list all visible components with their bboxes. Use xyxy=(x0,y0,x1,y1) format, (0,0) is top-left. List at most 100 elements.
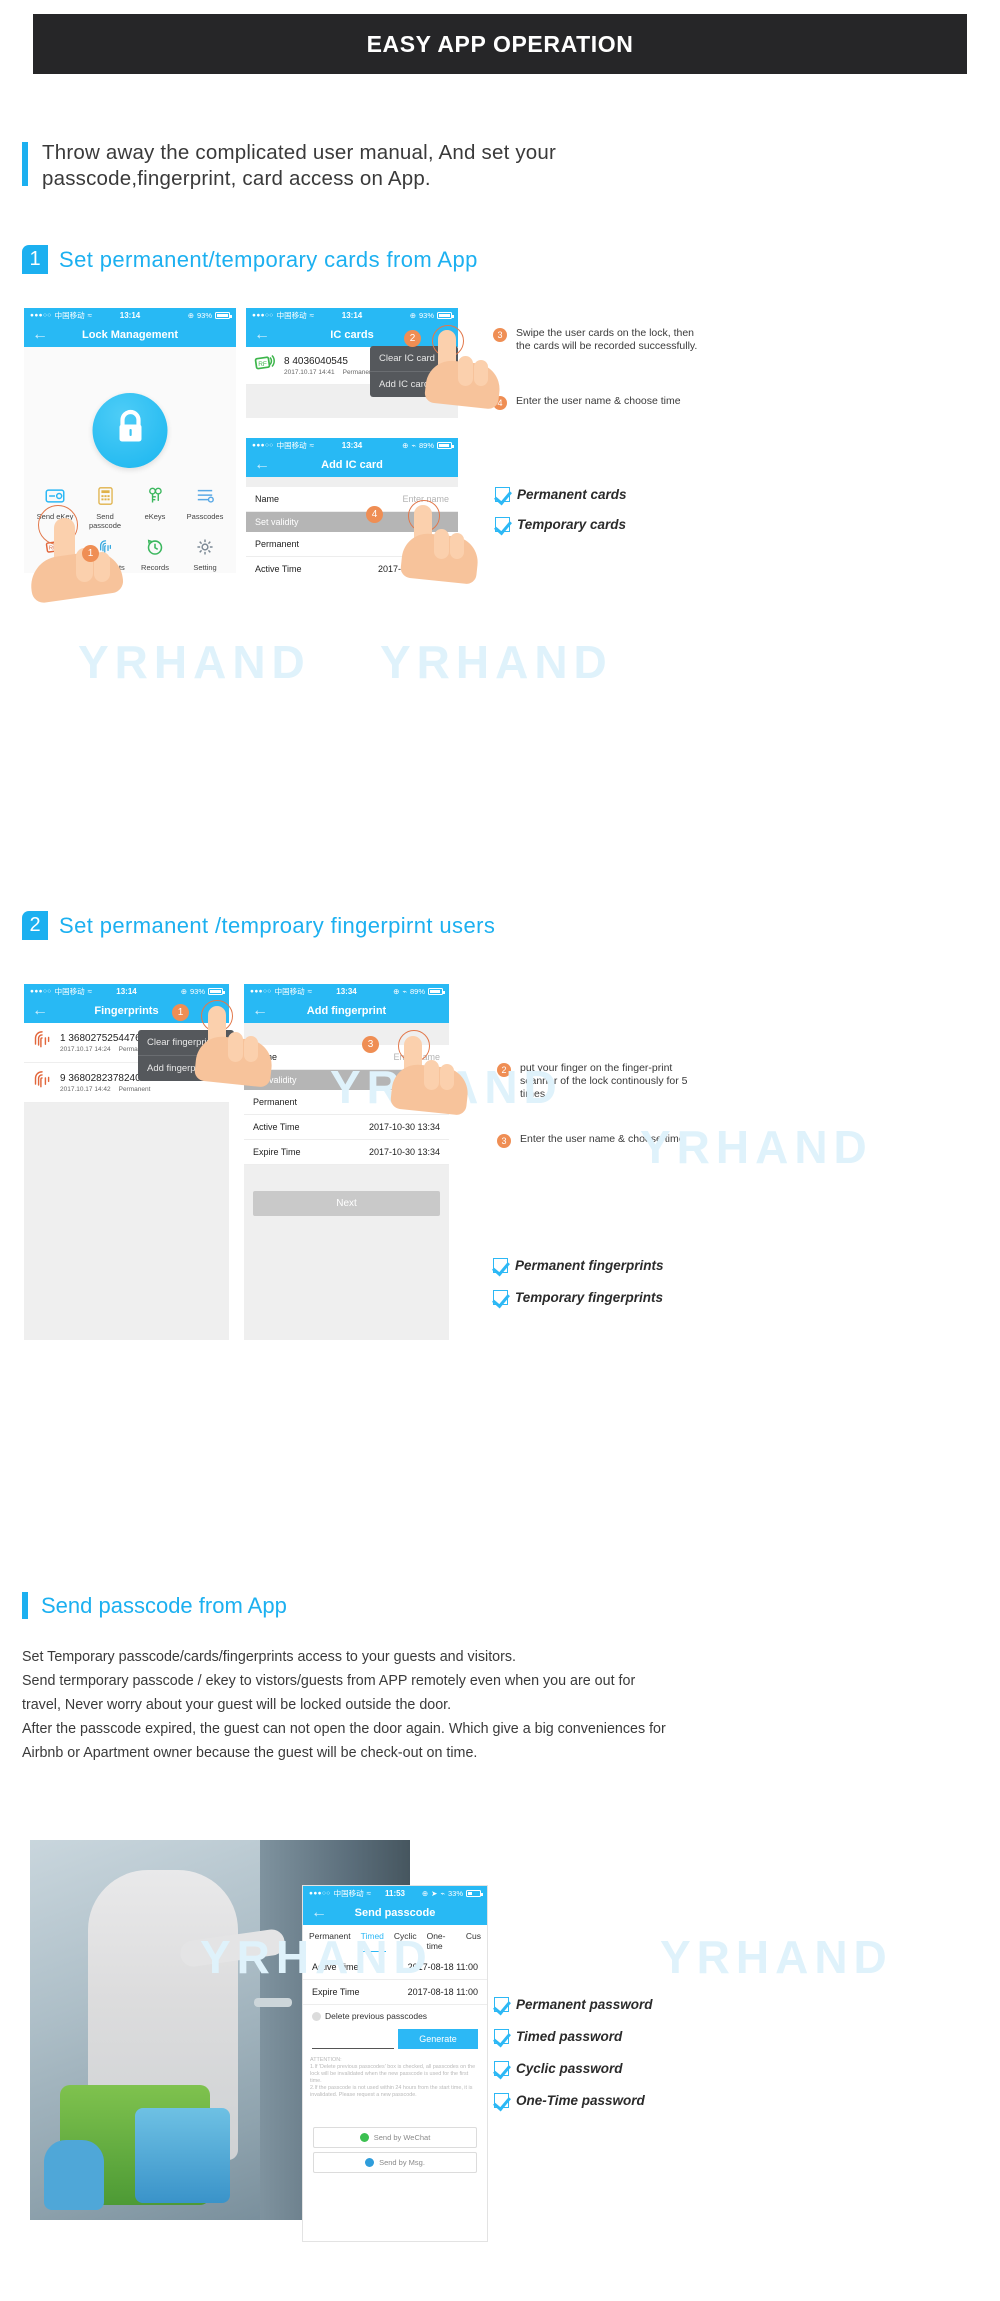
fingerprints-popup-menu: Clear fingerprint Add fingerprint xyxy=(138,1030,234,1081)
step-marker-4: 4 xyxy=(366,506,383,523)
send-by-msg-button[interactable]: Send by Msg. xyxy=(313,2152,477,2173)
validity-row-permanent[interactable]: Permanent xyxy=(246,532,458,557)
door-handle-graphic xyxy=(254,1998,292,2007)
watermark: YRHAND xyxy=(78,636,311,688)
checkbox-timed-password[interactable]: Timed password xyxy=(494,2029,622,2044)
step-marker-3: 3 xyxy=(362,1036,379,1053)
spacer xyxy=(246,477,458,487)
back-arrow-icon[interactable]: ← xyxy=(254,456,270,474)
lock-button[interactable] xyxy=(92,393,168,468)
row-label: Permanent xyxy=(255,539,300,549)
row-value: 2017-10-30 13:34 xyxy=(368,1147,440,1157)
checkbox-permanent-fingerprints[interactable]: Permanent fingerprints xyxy=(493,1258,664,1273)
checkmark-icon xyxy=(494,2029,509,2044)
checkmark-icon xyxy=(493,1290,508,1305)
menu-item-add-fingerprint[interactable]: Add fingerprint xyxy=(138,1056,234,1081)
grid-item-ekeys[interactable]: eKeys xyxy=(130,487,180,530)
row-label: Expire Time xyxy=(253,1147,301,1157)
checkmark-icon xyxy=(495,517,510,532)
next-button[interactable]: Next xyxy=(253,1191,440,1216)
validity-row-expire-time[interactable]: Expire Time 2017-10-30 13:34 xyxy=(244,1140,449,1165)
gear-icon xyxy=(180,538,230,561)
alarm-icon: ⊕ xyxy=(393,987,400,996)
section-1-heading: 1 Set permanent/temporary cards from App xyxy=(22,245,478,274)
grid-label: Setting xyxy=(193,563,217,572)
grid-item-setting[interactable]: Setting xyxy=(180,538,230,572)
battery-percent: 89% xyxy=(418,441,434,450)
step-marker-2: 2 xyxy=(404,330,421,347)
grid-item-send-passcode[interactable]: Send passcode xyxy=(80,487,130,530)
fingerprint-meta: 2017.10.17 14:24 Permanent xyxy=(60,1045,151,1053)
list-icon xyxy=(180,487,230,510)
navbar: ← Fingerprints xyxy=(24,999,229,1023)
name-label: Name xyxy=(253,1052,278,1062)
alarm-icon: ⊕ xyxy=(409,311,416,320)
message-icon xyxy=(365,2158,375,2167)
validity-row-active-time[interactable]: Active Time 2017-10-30 13:34 xyxy=(246,557,458,573)
navbar: ← Add IC card xyxy=(246,453,458,477)
page-root: EASY APP OPERATION Throw away the compli… xyxy=(0,0,1000,2301)
passcode-input[interactable] xyxy=(312,2033,394,2049)
attention-title: ATTENTION: xyxy=(310,2057,342,2063)
send-msg-label: Send by Msg. xyxy=(379,2158,425,2167)
annotation-number: 3 xyxy=(497,1134,511,1148)
section-3-body: Set Temporary passcode/cards/fingerprint… xyxy=(22,1645,682,1765)
checkbox-permanent-password[interactable]: Permanent password xyxy=(494,1997,653,2012)
location-icon: ➤ xyxy=(431,1889,438,1898)
alarm-icon: ⊕ xyxy=(180,987,187,996)
navbar-title: Send passcode xyxy=(354,1907,436,1919)
annotation-number: 3 xyxy=(493,328,507,342)
back-arrow-icon[interactable]: ← xyxy=(32,1002,48,1020)
padlock-icon xyxy=(113,409,147,452)
tap-highlight-ring xyxy=(408,500,440,532)
alarm-icon: ⊕ xyxy=(187,311,194,320)
intro-line-1: Throw away the complicated user manual, … xyxy=(42,141,557,164)
navbar-title: Add fingerprint xyxy=(306,1005,387,1017)
checkbox-one-time-password[interactable]: One-Time password xyxy=(494,2093,645,2108)
section-2-number: 2 xyxy=(22,911,48,940)
back-arrow-icon[interactable]: ← xyxy=(32,326,48,344)
checkbox-cyclic-password[interactable]: Cyclic password xyxy=(494,2061,623,2076)
row-label: Permanent xyxy=(253,1097,298,1107)
tab-custom[interactable]: Cus xyxy=(464,1930,483,1952)
radio-icon[interactable] xyxy=(312,2011,321,2021)
validity-row-active-time[interactable]: Active Time 2017-10-30 13:34 xyxy=(244,1115,449,1140)
grid-item-passcodes[interactable]: Passcodes xyxy=(180,487,230,530)
send-by-wechat-button[interactable]: Send by WeChat xyxy=(313,2127,477,2148)
fingerprint-icon xyxy=(32,1029,52,1056)
delete-passcodes-option[interactable]: Delete previous passcodes xyxy=(303,2005,487,2027)
grocery-bag-graphic xyxy=(135,2108,230,2203)
back-arrow-icon[interactable]: ← xyxy=(252,1002,268,1020)
svg-text:RF: RF xyxy=(258,361,267,368)
checkbox-label: Temporary cards xyxy=(517,517,627,532)
annotation-3: 3 Swipe the user cards on the lock, then… xyxy=(493,327,703,353)
intro-accent-bar xyxy=(22,142,28,186)
status-bar: ●●●○○ 中国移动 ≈ 13:14 ⊕ 93% xyxy=(24,984,229,999)
status-right: ⊕ 93% xyxy=(187,311,232,320)
section-2-title: Set permanent /temproary fingerpirnt use… xyxy=(59,912,496,938)
accent-bar xyxy=(22,1592,28,1619)
battery-icon xyxy=(437,312,454,319)
grid-item-records[interactable]: Records xyxy=(130,538,180,572)
back-arrow-icon[interactable]: ← xyxy=(311,1904,327,1922)
paragraph-2: Send termporary passcode / ekey to visto… xyxy=(22,1673,636,1713)
checkbox-temporary-cards[interactable]: Temporary cards xyxy=(495,517,626,532)
watermark: YRHAND xyxy=(330,1061,563,1113)
status-right: ⊕ 93% xyxy=(409,311,454,320)
checkbox-temporary-fingerprints[interactable]: Temporary fingerprints xyxy=(493,1290,663,1305)
annotation-number: 4 xyxy=(493,396,507,410)
checkbox-label: One-Time password xyxy=(516,2093,645,2108)
checkbox-label: Timed password xyxy=(516,2029,623,2044)
menu-item-add-ic-card[interactable]: Add IC card xyxy=(370,372,458,397)
battery-percent: 33% xyxy=(447,1889,463,1898)
menu-item-clear-fingerprint[interactable]: Clear fingerprint xyxy=(138,1030,234,1056)
row-value: 2017-08-18 11:00 xyxy=(407,1987,478,1997)
paragraph-3: After the passcode expired, the guest ca… xyxy=(22,1721,666,1761)
battery-percent: 93% xyxy=(418,311,434,320)
back-arrow-icon[interactable]: ← xyxy=(254,326,270,344)
section-2-heading: 2 Set permanent /temproary fingerpirnt u… xyxy=(22,911,495,940)
generate-button[interactable]: Generate xyxy=(398,2029,478,2049)
row-value: 2017-10-30 13:34 xyxy=(368,1122,440,1132)
checkbox-permanent-cards[interactable]: Permanent cards xyxy=(495,487,627,502)
fingerprint-name: 1 36802752544768 xyxy=(60,1032,147,1044)
